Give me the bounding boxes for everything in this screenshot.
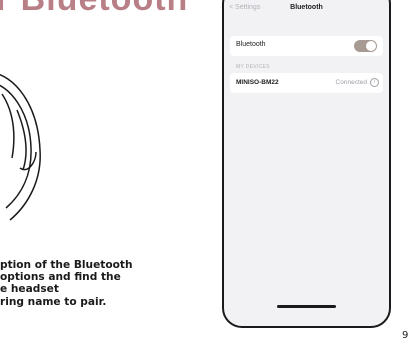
phone-mockup: < Settings Bluetooth Bluetooth MY DEVICE…	[222, 0, 391, 328]
home-indicator	[277, 305, 336, 308]
device-status: Connected	[335, 79, 367, 86]
bluetooth-label: Bluetooth	[236, 41, 266, 48]
bluetooth-row: Bluetooth	[230, 36, 383, 56]
toggle-knob	[366, 41, 376, 51]
settings-navbar: < Settings Bluetooth	[224, 4, 389, 18]
device-row[interactable]: MINISO-BM22 Connected i	[230, 73, 383, 93]
instruction-line: options and find the	[0, 271, 121, 284]
headphone-illustration	[0, 74, 41, 221]
page-number: 9	[402, 330, 409, 341]
my-devices-header: MY DEVICES	[236, 64, 270, 70]
instruction-line: ring name to pair.	[0, 295, 107, 308]
instruction-line: e headset	[0, 283, 59, 296]
instruction-text: ption of the Bluetooth options and find …	[0, 259, 200, 308]
device-name: MINISO-BM22	[236, 79, 279, 86]
bluetooth-toggle[interactable]	[354, 40, 377, 52]
page-heading: r Bluetooth	[0, 0, 188, 19]
info-icon[interactable]: i	[370, 78, 379, 87]
instruction-line: ption of the Bluetooth	[0, 259, 133, 271]
nav-title: Bluetooth	[290, 4, 323, 11]
